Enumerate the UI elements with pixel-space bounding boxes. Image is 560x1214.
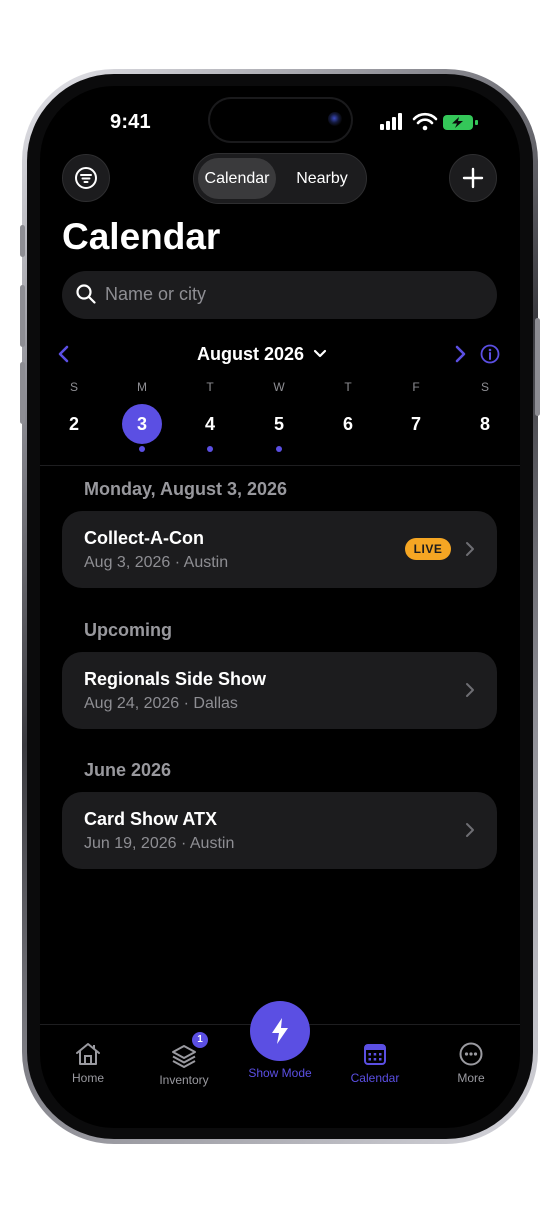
page-title: Calendar — [62, 216, 221, 257]
plus-icon — [462, 167, 484, 189]
tab-home[interactable]: Home — [48, 1041, 128, 1085]
action-button — [20, 225, 25, 257]
status-indicators-icon — [380, 112, 478, 131]
day-number: 5 — [273, 414, 284, 434]
volume-down-button — [20, 362, 25, 424]
volume-up-button — [20, 285, 25, 347]
chevron-down-icon[interactable] — [313, 348, 327, 360]
day-number: 2 — [68, 414, 79, 434]
event-subtitle: Aug 24, 2026 · Dallas — [84, 695, 238, 713]
event-title: Collect-A-Con — [84, 528, 204, 548]
weekday-letter: T — [206, 380, 214, 394]
inventory-badge: 1 — [192, 1032, 208, 1048]
bolt-icon — [272, 1018, 288, 1044]
event-card[interactable]: Card Show ATX Jun 19, 2026 · Austin — [62, 792, 497, 869]
event-subtitle: Jun 19, 2026 · Austin — [84, 835, 234, 853]
camera-icon — [328, 112, 342, 126]
event-date: Jun 19, 2026 — [84, 835, 177, 852]
chevron-left-icon[interactable] — [56, 344, 72, 364]
filter-icon — [75, 167, 97, 189]
day-number-selected: 3 — [122, 404, 162, 444]
status-time: 9:41 — [110, 111, 151, 133]
weekday-letter: T — [344, 380, 352, 394]
dynamic-island — [210, 99, 351, 141]
live-badge: LIVE — [405, 538, 451, 560]
tab-calendar-label: Calendar — [350, 1071, 400, 1085]
info-icon[interactable] — [480, 344, 500, 364]
event-dot — [139, 446, 145, 452]
event-title: Card Show ATX — [84, 809, 218, 829]
status-icons — [380, 112, 490, 132]
tab-home-label: Home — [71, 1071, 104, 1085]
event-date: Aug 3, 2026 — [84, 554, 171, 571]
chevron-right-icon — [466, 542, 474, 556]
search-placeholder: Name or city — [105, 284, 207, 304]
power-button — [535, 318, 540, 416]
event-dot — [276, 446, 282, 452]
chevron-right-icon — [466, 823, 474, 837]
section-heading-today: Monday, August 3, 2026 — [84, 479, 288, 499]
home-icon — [76, 1043, 100, 1065]
section-heading-upcoming: Upcoming — [84, 620, 172, 640]
weekday-letter: W — [273, 380, 285, 394]
day-number: 4 — [204, 414, 215, 434]
month-label[interactable]: August 2026 — [197, 344, 304, 365]
event-title: Regionals Side Show — [84, 669, 267, 689]
divider — [40, 465, 520, 466]
segment-nearby[interactable]: Nearby — [282, 158, 362, 199]
weekday-letter: F — [412, 380, 420, 394]
event-dot — [207, 446, 213, 452]
chevron-right-icon[interactable] — [452, 344, 468, 364]
section-heading-june: June 2026 — [84, 760, 172, 780]
event-card[interactable]: Regionals Side Show Aug 24, 2026 · Dalla… — [62, 652, 497, 729]
add-show-button[interactable] — [449, 154, 497, 202]
layers-icon — [172, 1045, 196, 1068]
tab-inventory-label: Inventory — [159, 1073, 209, 1087]
day-number: 7 — [410, 414, 421, 434]
weekday-letter: M — [137, 380, 147, 394]
day-number: 8 — [479, 414, 490, 434]
tab-show-mode-label: Show Mode — [248, 1066, 312, 1080]
event-city: · Austin — [180, 835, 235, 852]
event-city: · Dallas — [183, 695, 238, 712]
home-indicator — [203, 1108, 357, 1113]
chevron-right-icon — [466, 683, 474, 697]
show-mode-button[interactable] — [250, 1001, 310, 1061]
day-number: 6 — [342, 414, 353, 434]
week-strip: S 2 M 3 T 4 W 5 T 6 F 7 S 8 — [40, 378, 520, 458]
tab-more-label: More — [457, 1071, 485, 1085]
tab-show-mode[interactable]: Show Mode — [240, 1066, 320, 1080]
search-field[interactable]: Name or city — [62, 271, 497, 319]
filter-button[interactable] — [62, 154, 110, 202]
weekday-letter: S — [69, 380, 78, 394]
event-city: · Austin — [174, 554, 229, 571]
screen: 9:41 Calendar Nearby Calendar Name or ci… — [40, 86, 520, 1128]
weekday-letter: S — [480, 380, 489, 394]
segment-calendar[interactable]: Calendar — [198, 158, 276, 199]
view-segmented-control: Calendar Nearby — [193, 153, 367, 204]
event-date: Aug 24, 2026 — [84, 695, 180, 712]
tab-more[interactable]: More — [431, 1041, 511, 1085]
calendar-icon — [364, 1044, 386, 1065]
event-card[interactable]: Collect-A-Con Aug 3, 2026 · Austin LIVE — [62, 511, 497, 588]
more-icon — [459, 1042, 483, 1066]
event-subtitle: Aug 3, 2026 · Austin — [84, 554, 228, 572]
search-icon — [76, 284, 96, 304]
tab-calendar[interactable]: Calendar — [335, 1041, 415, 1085]
tab-inventory[interactable]: Inventory — [144, 1043, 224, 1087]
